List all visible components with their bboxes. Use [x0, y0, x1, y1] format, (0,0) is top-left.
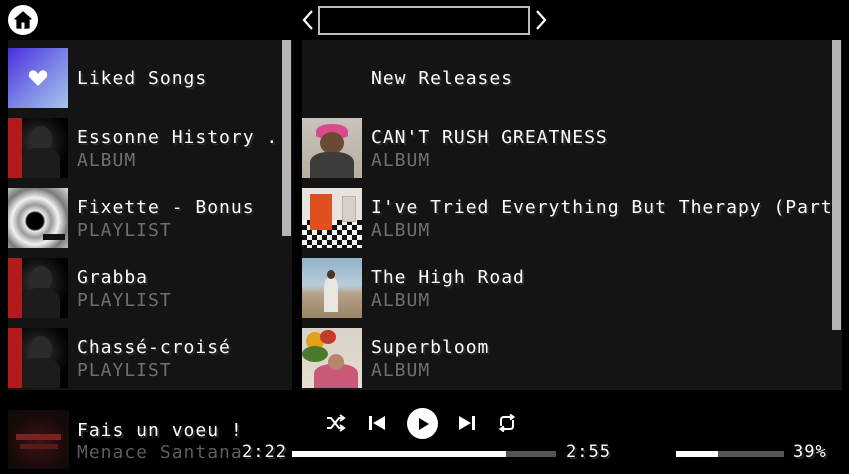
now-playing-title: Fais un voeu ! — [77, 420, 243, 441]
next-button[interactable] — [456, 412, 478, 434]
library-item-type: PLAYLIST — [77, 290, 172, 311]
library-item-type: PLAYLIST — [77, 360, 172, 381]
library-item-title: Liked Songs — [77, 68, 208, 89]
album-art — [8, 258, 68, 318]
shuffle-icon — [327, 414, 346, 432]
home-button[interactable] — [8, 5, 38, 35]
progress-bar-fill — [292, 451, 506, 457]
release-type: ALBUM — [371, 220, 431, 241]
release-title: CAN'T RUSH GREATNESS — [371, 127, 608, 148]
library-item[interactable]: Fixette - Bonus PLAYLIST — [8, 188, 292, 250]
release-type: ALBUM — [371, 360, 431, 381]
album-art — [302, 258, 362, 318]
album-art — [8, 188, 68, 248]
album-art — [8, 118, 68, 178]
release-item[interactable]: CAN'T RUSH GREATNESS ALBUM — [302, 118, 842, 180]
album-art — [302, 118, 362, 178]
library-item-type: PLAYLIST — [77, 220, 172, 241]
now-playing-artist[interactable]: Menace Santana — [77, 442, 242, 463]
elapsed-time: 2:22 — [242, 442, 287, 462]
repeat-button[interactable] — [496, 412, 518, 434]
library-item-title: Fixette - Bonus — [77, 197, 255, 218]
heart-icon — [28, 70, 48, 86]
release-item[interactable]: I've Tried Everything But Therapy (Part … — [302, 188, 842, 250]
release-type: ALBUM — [371, 150, 431, 171]
back-button[interactable] — [301, 9, 315, 31]
main-scrollbar-thumb[interactable] — [832, 40, 841, 330]
library-item-title: Grabba — [77, 267, 149, 288]
album-art — [302, 328, 362, 388]
progress-bar[interactable] — [292, 451, 556, 457]
next-icon — [459, 416, 475, 430]
volume-slider-fill — [676, 451, 719, 457]
album-art — [8, 328, 68, 388]
release-item[interactable]: Superbloom ALBUM — [302, 328, 842, 390]
now-playing-art — [8, 410, 69, 469]
library-item-title: Essonne History ... — [77, 127, 292, 148]
release-type: ALBUM — [371, 290, 431, 311]
shuffle-button[interactable] — [325, 412, 347, 434]
duration-time: 2:55 — [566, 442, 611, 462]
library-item[interactable]: Chassé-croisé PLAYLIST — [8, 328, 292, 390]
release-title: I've Tried Everything But Therapy (Part … — [371, 197, 842, 218]
main-scrollbar[interactable] — [830, 40, 842, 390]
library-item-title: Chassé-croisé — [77, 337, 231, 358]
release-title: The High Road — [371, 267, 525, 288]
previous-icon — [369, 416, 385, 430]
album-art — [302, 188, 362, 248]
library-item[interactable]: Grabba PLAYLIST — [8, 258, 292, 320]
search-input[interactable] — [318, 6, 530, 35]
library-item[interactable]: Essonne History ... ALBUM — [8, 118, 292, 180]
library-scrollbar[interactable] — [280, 40, 292, 390]
home-icon — [14, 11, 32, 29]
previous-button[interactable] — [366, 412, 388, 434]
release-item[interactable]: The High Road ALBUM — [302, 258, 842, 320]
chevron-right-icon — [536, 10, 547, 30]
chevron-left-icon — [302, 10, 313, 30]
play-icon — [418, 417, 429, 430]
repeat-icon — [498, 414, 516, 432]
library-panel: Liked Songs Essonne History ... ALBUM Fi… — [8, 40, 292, 390]
main-panel: New Releases CAN'T RUSH GREATNESS ALBUM … — [302, 40, 842, 390]
library-scrollbar-thumb[interactable] — [282, 40, 291, 236]
section-title: New Releases — [371, 68, 514, 89]
forward-button[interactable] — [534, 9, 548, 31]
play-button[interactable] — [407, 408, 438, 439]
library-item-liked-songs[interactable]: Liked Songs — [8, 48, 292, 110]
liked-songs-art — [8, 48, 68, 108]
release-title: Superbloom — [371, 337, 490, 358]
volume-label: 39% — [793, 442, 827, 462]
volume-slider[interactable] — [676, 451, 784, 457]
library-item-type: ALBUM — [77, 150, 137, 171]
